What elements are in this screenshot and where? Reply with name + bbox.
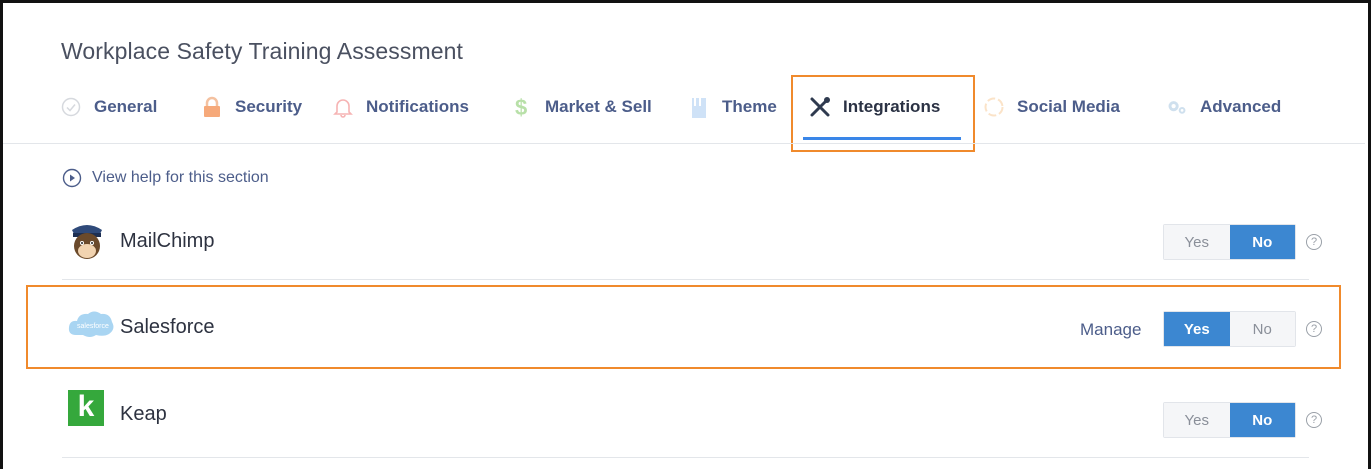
- mailchimp-toggle[interactable]: Yes No: [1163, 224, 1296, 260]
- keap-toggle[interactable]: Yes No: [1163, 402, 1296, 438]
- tab-market-sell[interactable]: $ Market & Sell: [511, 92, 652, 122]
- integration-row-keap: k Keap Yes No ?: [62, 386, 1322, 446]
- toggle-yes[interactable]: Yes: [1164, 403, 1230, 437]
- row-divider: [62, 279, 1309, 280]
- integration-name: Keap: [120, 403, 167, 425]
- toggle-no[interactable]: No: [1229, 403, 1295, 437]
- svg-text:$: $: [515, 95, 527, 119]
- share-icon: [983, 96, 1005, 118]
- tab-social-media[interactable]: Social Media: [983, 92, 1120, 122]
- help-link[interactable]: View help for this section: [62, 168, 269, 188]
- gears-icon: [1166, 96, 1188, 118]
- check-circle-icon: [60, 96, 82, 118]
- tab-security[interactable]: Security: [201, 92, 302, 122]
- dollar-icon: $: [511, 95, 533, 119]
- highlight-box-salesforce-row: [26, 285, 1341, 369]
- help-link-text: View help for this section: [92, 169, 269, 186]
- tab-label: Social Media: [1017, 97, 1120, 116]
- keap-logo-letter: k: [77, 390, 95, 423]
- tab-general[interactable]: General: [60, 92, 157, 122]
- tab-label: Notifications: [366, 97, 469, 116]
- page-title: Workplace Safety Training Assessment: [61, 38, 464, 64]
- keap-logo: k: [68, 390, 104, 426]
- tab-label: Theme: [722, 97, 777, 116]
- row-divider: [62, 457, 1309, 458]
- question-icon[interactable]: ?: [1306, 412, 1322, 428]
- tab-label: Market & Sell: [545, 97, 652, 116]
- tab-label: Security: [235, 97, 303, 116]
- tab-label: General: [94, 97, 158, 116]
- tab-theme[interactable]: Theme: [688, 92, 777, 122]
- toggle-no[interactable]: No: [1229, 225, 1295, 259]
- integration-row-mailchimp: MailChimp Yes No ?: [62, 212, 1322, 272]
- tab-advanced[interactable]: Advanced: [1166, 92, 1281, 122]
- highlight-box-integrations-tab: [791, 75, 975, 152]
- header-divider: [3, 143, 1365, 144]
- tab-label: Advanced: [1200, 97, 1282, 116]
- play-circle-icon: [62, 168, 82, 188]
- integration-name: MailChimp: [120, 230, 215, 252]
- tab-notifications[interactable]: Notifications: [332, 92, 469, 122]
- question-icon[interactable]: ?: [1306, 234, 1322, 250]
- brush-icon: [688, 96, 710, 118]
- lock-icon: [201, 96, 223, 118]
- mailchimp-logo: [68, 220, 106, 259]
- toggle-yes[interactable]: Yes: [1164, 225, 1230, 259]
- bell-icon: [332, 96, 354, 118]
